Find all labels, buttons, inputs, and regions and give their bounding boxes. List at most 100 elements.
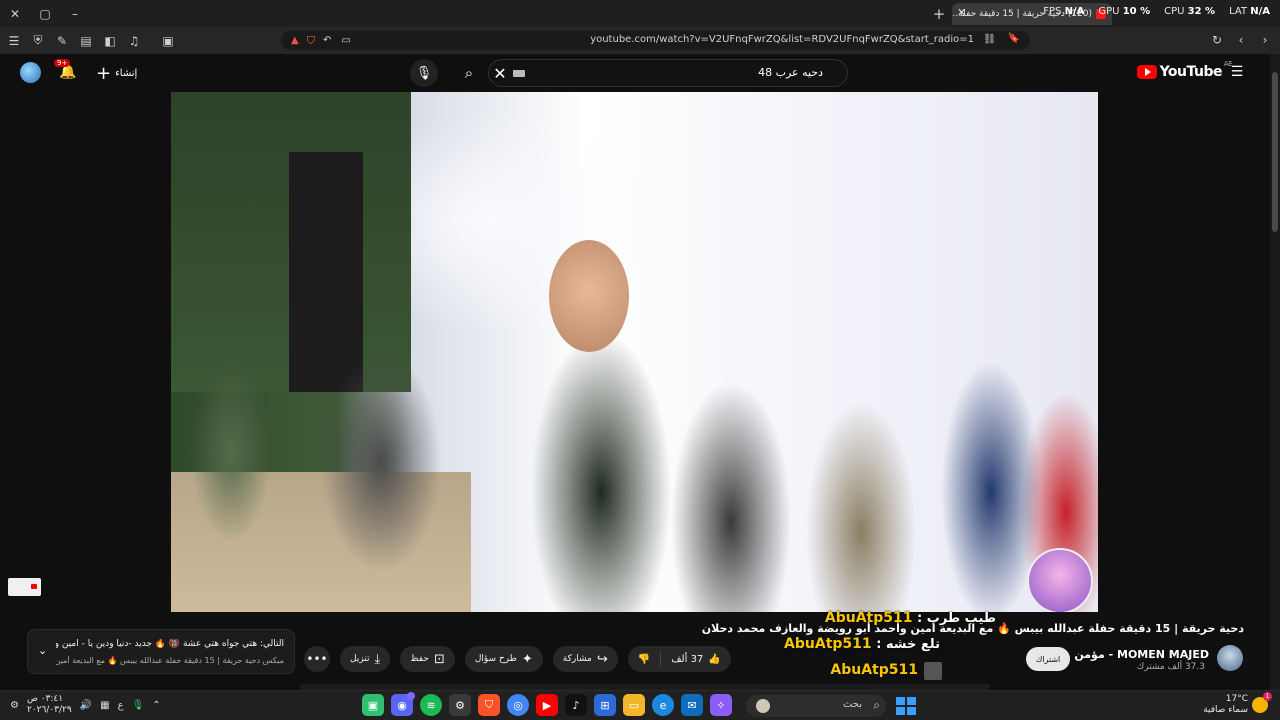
store-app-icon[interactable]: ⊞	[594, 694, 616, 716]
fps-label: FPS	[1043, 6, 1062, 17]
guide-menu-icon[interactable]: ☰	[1230, 64, 1244, 80]
cpu-label: CPU	[1164, 6, 1185, 17]
like-count: 37 ألف	[671, 653, 704, 665]
more-actions-button[interactable]: •••	[304, 646, 330, 672]
notifications-center-icon[interactable]: ⚙	[10, 700, 19, 711]
sidebar-icon[interactable]: ◧	[100, 31, 120, 51]
tab-close-icon[interactable]: ✕	[957, 6, 966, 19]
discord-app-icon[interactable]: ◉	[391, 692, 415, 716]
music-icon[interactable]: ♫	[124, 31, 144, 51]
up-next-card[interactable]: ⌄ التالي: هتي جواه هتي عشة 🔞 🔥 جديد -دني…	[27, 629, 295, 674]
gpu-label: GPU	[1098, 6, 1120, 17]
bookmark-add-icon: ⊡	[433, 651, 445, 667]
brave-shield-icon[interactable]: ⛉	[307, 34, 315, 48]
save-button[interactable]: ⊡ حفظ	[400, 646, 455, 672]
video-channel-watermark[interactable]	[1027, 548, 1093, 612]
voice-search-icon[interactable]: 🎙	[410, 59, 438, 87]
weather-temp: 17°C	[1225, 694, 1248, 704]
back-icon[interactable]: ‹	[1232, 31, 1250, 49]
file-explorer-icon[interactable]: ▭	[623, 694, 645, 716]
notifications-badge: 9+	[54, 59, 71, 67]
notifications-button[interactable]: 🔔 9+	[54, 59, 78, 82]
clear-search-icon[interactable]: ✕	[490, 63, 510, 83]
xbox-app-icon[interactable]: ▣	[362, 694, 384, 716]
menu-icon[interactable]: ☰	[4, 31, 24, 51]
weather-widget[interactable]: 1 17°C سماء صافية	[1203, 692, 1272, 716]
tabs-icon[interactable]: ▤	[76, 31, 96, 51]
wallet-icon[interactable]: ▣	[158, 31, 178, 51]
new-tab-button[interactable]: +	[930, 5, 948, 23]
ask-label: طرح سؤال	[474, 654, 517, 664]
search-input[interactable]: دحيه عرب 48	[488, 59, 848, 87]
ask-button[interactable]: ✦ طرح سؤال	[464, 646, 543, 672]
brave-rewards-icon[interactable]: ▲	[291, 35, 299, 46]
link-icon[interactable]: ⛓	[983, 34, 996, 45]
system-tray: ⚙ ٠٣:٤١ ص ٢٠٢٦/٠٣/٢٩ 🔊 ▦ ع 🎙 ⌃	[10, 694, 161, 716]
up-next-subtitle: ميكس دحية حريقة | 15 دقيقة حفلة عبدالله …	[56, 656, 284, 665]
forward-icon[interactable]: ›	[1256, 31, 1274, 49]
like-button[interactable]: 👍 37 ألف	[661, 646, 731, 672]
tiktok-app-icon[interactable]: ♪	[565, 694, 587, 716]
settings-app-icon[interactable]: ⚙	[449, 694, 471, 716]
brave-app-icon[interactable]: ⛉	[478, 694, 500, 716]
minimize-window-icon[interactable]: –	[60, 0, 90, 27]
video-frame-crowd	[171, 292, 1098, 612]
video-player[interactable]	[171, 92, 1098, 612]
download-button[interactable]: ⤓ تنزيل	[340, 646, 391, 672]
chat-username: AbuAtp511	[824, 610, 913, 626]
maximize-window-icon[interactable]: ▢	[30, 0, 60, 27]
share-button[interactable]: ↪ مشاركة	[552, 646, 618, 672]
copilot-app-icon[interactable]: ✧	[710, 694, 732, 716]
windows-taskbar: ⚙ ٠٣:٤١ ص ٢٠٢٦/٠٣/٢٩ 🔊 ▦ ع 🎙 ⌃ ▣ ◉ ≋ ⚙ ⛉…	[0, 690, 1280, 720]
shield-icon[interactable]: ⛨	[28, 31, 48, 51]
chrome-app-icon[interactable]: ◎	[507, 694, 529, 716]
reload-icon[interactable]: ↻	[1208, 31, 1226, 49]
scrollbar-thumb[interactable]	[1272, 72, 1278, 232]
language-indicator[interactable]: ع	[118, 700, 124, 711]
tray-overflow-icon[interactable]: ⌃	[152, 700, 160, 711]
screenshot-icon[interactable]: ▭	[341, 35, 350, 46]
clock[interactable]: ٠٣:٤١ ص ٢٠٢٦/٠٣/٢٩	[27, 694, 72, 716]
dislike-button[interactable]: 👎	[628, 646, 660, 672]
create-button[interactable]: إنشاء +	[96, 62, 137, 84]
chat-text: طيب طرب :	[917, 611, 996, 626]
search-button[interactable]: ⌕	[452, 59, 486, 87]
address-bar[interactable]: ▲ ⛉ ↶ ▭ youtube.com/watch?v=V2UFnqFwrZQ&…	[281, 31, 1030, 50]
back-forward-icon[interactable]: ↶	[323, 35, 331, 46]
keyboard-icon[interactable]	[513, 70, 525, 77]
youtube-app-icon[interactable]: ▶	[536, 694, 558, 716]
like-dislike-group: 👎 👍 37 ألف	[627, 646, 731, 672]
close-window-icon[interactable]: ✕	[0, 0, 30, 27]
sparkle-icon: ✦	[521, 651, 533, 667]
bookmark-icon[interactable]: 🔖	[1008, 33, 1020, 44]
up-next-title: التالي: هتي جواه هتي عشة 🔞 🔥 جديد -دنيا …	[56, 639, 284, 649]
taskbar-search[interactable]: ⌕ بحث	[746, 695, 886, 717]
pin-icon[interactable]: ✎	[52, 31, 72, 51]
youtube-logo[interactable]: YouTube AE	[1136, 60, 1233, 80]
chat-message: تلع خشه : AbuAtp511	[784, 636, 940, 652]
spotify-app-icon[interactable]: ≋	[420, 694, 442, 716]
chat-username: AbuAtp511	[784, 636, 872, 652]
youtube-play-logo-icon	[1136, 65, 1157, 79]
start-button[interactable]	[894, 695, 916, 717]
sun-icon: 1	[1252, 692, 1272, 713]
chat-message: AbuAtp511	[830, 662, 918, 678]
channel-avatar[interactable]	[1217, 645, 1243, 671]
mic-tray-icon[interactable]: 🎙	[132, 700, 145, 711]
account-avatar[interactable]	[20, 62, 41, 83]
chevron-down-icon[interactable]: ⌄	[38, 644, 47, 657]
discord-badge	[407, 692, 415, 700]
network-icon[interactable]: ▦	[100, 700, 109, 711]
page-scrollbar[interactable]	[1270, 54, 1280, 690]
volume-icon[interactable]: 🔊	[80, 700, 92, 711]
search-query: دحيه عرب 48	[758, 66, 823, 79]
subscribe-button[interactable]: اشتراك	[1026, 647, 1070, 671]
outlook-app-icon[interactable]: ✉	[681, 694, 703, 716]
chat-message: طيب طرب : AbuAtp511	[825, 610, 996, 626]
miniplayer-thumbnail[interactable]	[8, 578, 41, 596]
clock-time: ٠٣:٤١ ص	[26, 694, 64, 704]
gpu-value: 10 %	[1122, 6, 1151, 17]
weather-badge: 1	[1263, 692, 1272, 701]
edge-app-icon[interactable]: e	[652, 694, 674, 716]
save-label: حفظ	[410, 654, 429, 664]
